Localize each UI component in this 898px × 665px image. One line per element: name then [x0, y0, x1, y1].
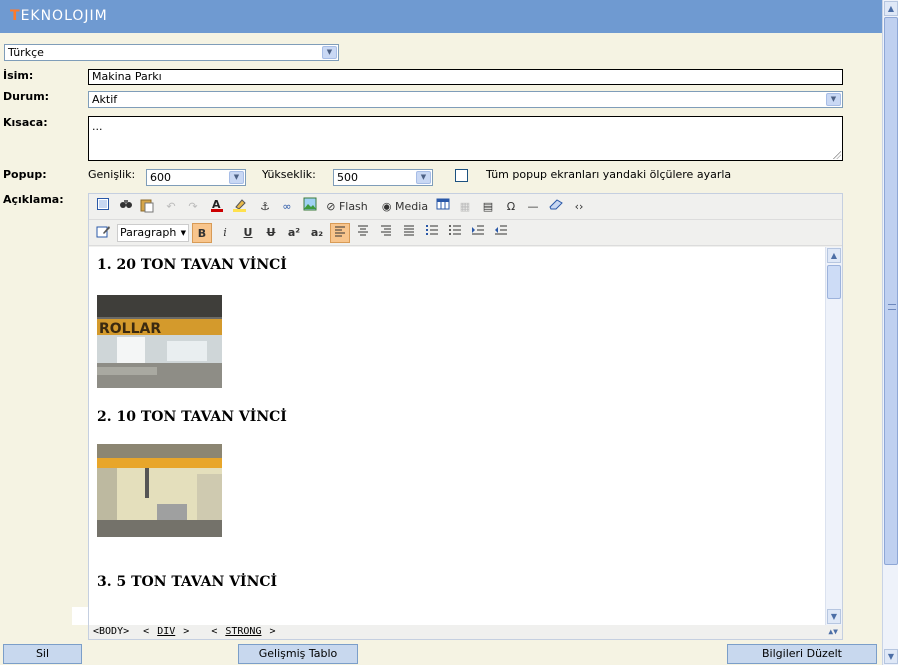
scroll-down-arrow-icon[interactable]: ▼: [884, 649, 898, 664]
short-label: Kısaca:: [3, 116, 48, 129]
indent-icon[interactable]: [468, 223, 488, 243]
width-select[interactable]: 600 ▼: [146, 169, 246, 186]
editor-path-bar: <BODY> < DIV > < STRONG > ▲▼: [89, 625, 842, 639]
redo-icon[interactable]: ↷: [183, 197, 203, 217]
height-select-value: 500: [337, 171, 358, 184]
name-input[interactable]: Makina Parkı: [88, 69, 843, 85]
editor-toolbar-1: ↶ ↷ A ⚓ ∞ ⊘ Flash ◉ Media ▦ ▤ Ω — ‹›: [89, 194, 842, 220]
editor-scroll-thumb[interactable]: [827, 265, 841, 299]
scroll-up-arrow-icon[interactable]: ▲: [827, 248, 841, 263]
superscript-button[interactable]: a²: [284, 223, 304, 243]
window-scrollbar[interactable]: ▲ ▼: [882, 0, 898, 665]
align-justify-icon[interactable]: [399, 223, 419, 243]
align-left-icon[interactable]: [330, 223, 350, 243]
paste-icon[interactable]: [137, 197, 157, 217]
chevron-down-icon: ▼: [180, 229, 186, 237]
numbered-list-icon[interactable]: [422, 223, 442, 243]
image-icon[interactable]: [300, 197, 320, 217]
delete-button[interactable]: Sil: [3, 644, 82, 664]
popup-all-label: Tüm popup ekranları yandaki ölçülere aya…: [486, 168, 732, 181]
horizontal-rule-icon[interactable]: —: [523, 197, 543, 217]
resize-arrows-icon[interactable]: ▲▼: [828, 625, 838, 639]
title-bar: TEKNOLOJIM: [0, 0, 882, 33]
path-strong[interactable]: < STRONG >: [211, 626, 283, 637]
chevron-down-icon[interactable]: ▼: [826, 93, 841, 106]
status-label: Durum:: [3, 90, 50, 103]
content-heading-3: 3. 5 TON TAVAN VİNCİ: [97, 574, 278, 590]
anchor-icon[interactable]: ⚓: [255, 197, 275, 217]
highlight-color-icon[interactable]: [230, 197, 250, 217]
rich-text-editor[interactable]: ↶ ↷ A ⚓ ∞ ⊘ Flash ◉ Media ▦ ▤ Ω — ‹› Par…: [88, 193, 843, 640]
special-character-icon[interactable]: Ω: [501, 197, 521, 217]
description-label: Açıklama:: [3, 193, 64, 206]
bullet-list-icon[interactable]: [445, 223, 465, 243]
italic-button[interactable]: i: [215, 223, 235, 243]
chevron-down-icon[interactable]: ▼: [229, 171, 244, 184]
table-icon[interactable]: [433, 197, 453, 217]
find-icon[interactable]: [116, 197, 136, 217]
flash-button[interactable]: ⊘ Flash: [325, 197, 369, 217]
crane-photo-1: ROLLAR: [97, 295, 222, 388]
chevron-down-icon[interactable]: ▼: [322, 46, 337, 59]
editor-scrollbar[interactable]: ▲ ▼: [825, 247, 842, 625]
advanced-table-button[interactable]: Gelişmiş Tablo: [238, 644, 358, 664]
path-body[interactable]: <BODY>: [93, 626, 129, 637]
scroll-thumb[interactable]: [884, 17, 898, 565]
resize-handle-icon[interactable]: [833, 151, 841, 159]
editor-content[interactable]: 1. 20 TON TAVAN VİNCİ ROLLAR 2. 10 TON T…: [89, 247, 825, 625]
height-select[interactable]: 500 ▼: [333, 169, 433, 186]
align-right-icon[interactable]: [376, 223, 396, 243]
template-icon[interactable]: ▤: [478, 197, 498, 217]
outdent-icon[interactable]: [491, 223, 511, 243]
path-div[interactable]: < DIV >: [143, 626, 197, 637]
width-label: Genişlik:: [88, 168, 136, 181]
underline-button[interactable]: U: [238, 223, 258, 243]
status-select[interactable]: Aktif ▼: [88, 91, 843, 108]
scroll-up-arrow-icon[interactable]: ▲: [884, 1, 898, 16]
html-source-icon[interactable]: ‹›: [569, 197, 589, 217]
styles-icon[interactable]: [93, 223, 113, 243]
table-edit-icon[interactable]: ▦: [455, 197, 475, 217]
update-info-button[interactable]: Bilgileri Düzelt: [727, 644, 877, 664]
align-center-icon[interactable]: [353, 223, 373, 243]
bold-button[interactable]: B: [192, 223, 212, 243]
short-textarea-value: ...: [92, 120, 103, 133]
clean-up-icon[interactable]: [546, 197, 566, 217]
subscript-button[interactable]: a₂: [307, 223, 327, 243]
media-button[interactable]: ◉ Media: [380, 197, 430, 217]
white-patch: [72, 607, 88, 625]
height-label: Yükseklik:: [262, 168, 316, 181]
language-select-value: Türkçe: [8, 46, 44, 59]
crane-photo-2: [97, 444, 222, 537]
format-select[interactable]: Paragraph ▼: [117, 224, 189, 242]
new-document-icon[interactable]: [93, 197, 113, 217]
content-heading-2: 2. 10 TON TAVAN VİNCİ: [97, 409, 287, 425]
name-label: İsim:: [3, 69, 34, 82]
scroll-down-arrow-icon[interactable]: ▼: [827, 609, 841, 624]
popup-label: Popup:: [3, 168, 47, 181]
content-heading-1: 1. 20 TON TAVAN VİNCİ: [97, 257, 287, 273]
undo-icon[interactable]: ↶: [161, 197, 181, 217]
strikethrough-button[interactable]: U: [261, 223, 281, 243]
app-logo: TEKNOLOJIM: [10, 8, 108, 24]
photo-sign-text: ROLLAR: [99, 321, 161, 337]
popup-all-checkbox[interactable]: [455, 169, 468, 182]
chevron-down-icon[interactable]: ▼: [416, 171, 431, 184]
media-icon: ◉: [381, 200, 392, 213]
language-select[interactable]: Türkçe ▼: [4, 44, 339, 61]
status-select-value: Aktif: [92, 93, 118, 106]
editor-toolbar-2: Paragraph ▼ B i U U a² a₂: [89, 220, 842, 246]
link-icon[interactable]: ∞: [277, 197, 297, 217]
width-select-value: 600: [150, 171, 171, 184]
short-textarea[interactable]: ...: [88, 116, 843, 161]
text-color-icon[interactable]: A: [207, 197, 227, 217]
flash-icon: ⊘: [326, 200, 336, 213]
